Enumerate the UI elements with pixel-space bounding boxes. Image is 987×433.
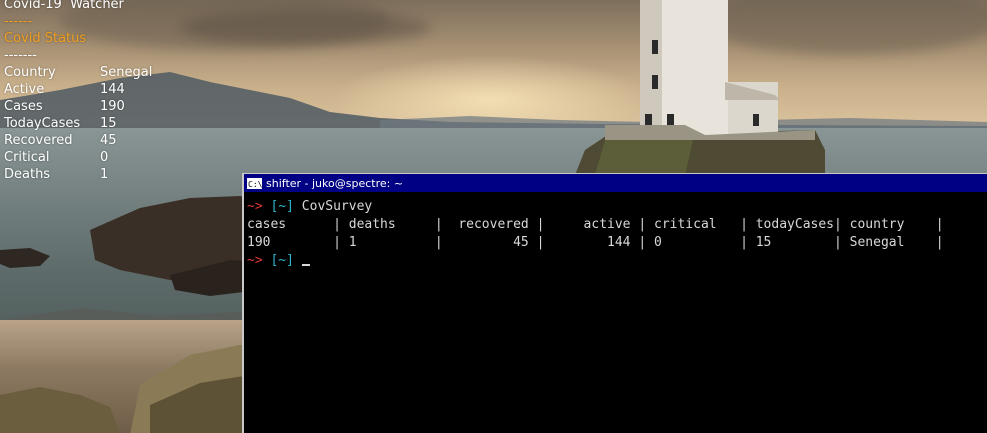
stat-row-deaths: Deaths 1: [4, 166, 152, 183]
widget-title: Covid-19 Watcher: [4, 0, 124, 12]
terminal-title: shifter - juko@spectre: ~: [266, 176, 404, 190]
prompt-directory: [~]: [270, 199, 294, 214]
wallpaper-lighthouse: [575, 0, 825, 175]
stat-label: Active: [4, 82, 45, 97]
section-separator: -------: [4, 48, 37, 63]
stat-label: Recovered: [4, 133, 73, 148]
output-table-header: cases | deaths | recovered | active | cr…: [247, 217, 944, 232]
stat-value: Senegal: [100, 65, 153, 80]
widget-separator: ------: [4, 14, 33, 29]
stat-label: Deaths: [4, 167, 51, 182]
prompt-arrow: ~>: [247, 199, 263, 214]
stat-row-recovered: Recovered 45: [4, 132, 152, 149]
terminal-icon[interactable]: C:\: [247, 177, 262, 189]
stat-label: Critical: [4, 150, 50, 165]
stat-value: 15: [100, 116, 117, 131]
stat-label: TodayCases: [4, 116, 81, 131]
stat-row-cases: Cases 190: [4, 98, 152, 115]
wallpaper-foreground-rocks: [0, 345, 260, 433]
prompt-directory: [~]: [270, 253, 294, 268]
text-cursor: [301, 264, 310, 266]
wallpaper-cloud: [180, 10, 430, 45]
stat-value: 190: [100, 99, 125, 114]
command-text: CovSurvey: [301, 199, 373, 214]
stat-row-country: Country Senegal: [4, 64, 152, 81]
output-table-row: 190 | 1 | 45 | 144 | 0 | 15 | Senegal |: [247, 235, 944, 250]
stat-label: Country: [4, 65, 56, 80]
command-line: ~> [~] CovSurvey: [247, 198, 987, 216]
covid-watcher-widget: Covid-19 Watcher ------ Covid Status ---…: [4, 0, 152, 183]
section-heading: Covid Status: [4, 31, 87, 46]
stat-row-active: Active 144: [4, 81, 152, 98]
active-prompt-line[interactable]: ~> [~]: [247, 252, 987, 270]
stat-value: 45: [100, 133, 117, 148]
prompt-arrow: ~>: [247, 253, 263, 268]
terminal-window[interactable]: C:\ shifter - juko@spectre: ~ ~> [~] Cov…: [242, 173, 987, 433]
wallpaper-rocks: [0, 196, 260, 340]
stat-row-today-cases: TodayCases 15: [4, 115, 152, 132]
stat-value: 0: [100, 150, 109, 165]
stat-value: 1: [100, 167, 109, 182]
stat-value: 144: [100, 82, 125, 97]
stat-label: Cases: [4, 99, 43, 114]
stat-row-critical: Critical 0: [4, 149, 152, 166]
terminal-output[interactable]: ~> [~] CovSurvey cases | deaths | recover…: [244, 192, 987, 270]
terminal-titlebar[interactable]: C:\ shifter - juko@spectre: ~: [244, 174, 987, 192]
